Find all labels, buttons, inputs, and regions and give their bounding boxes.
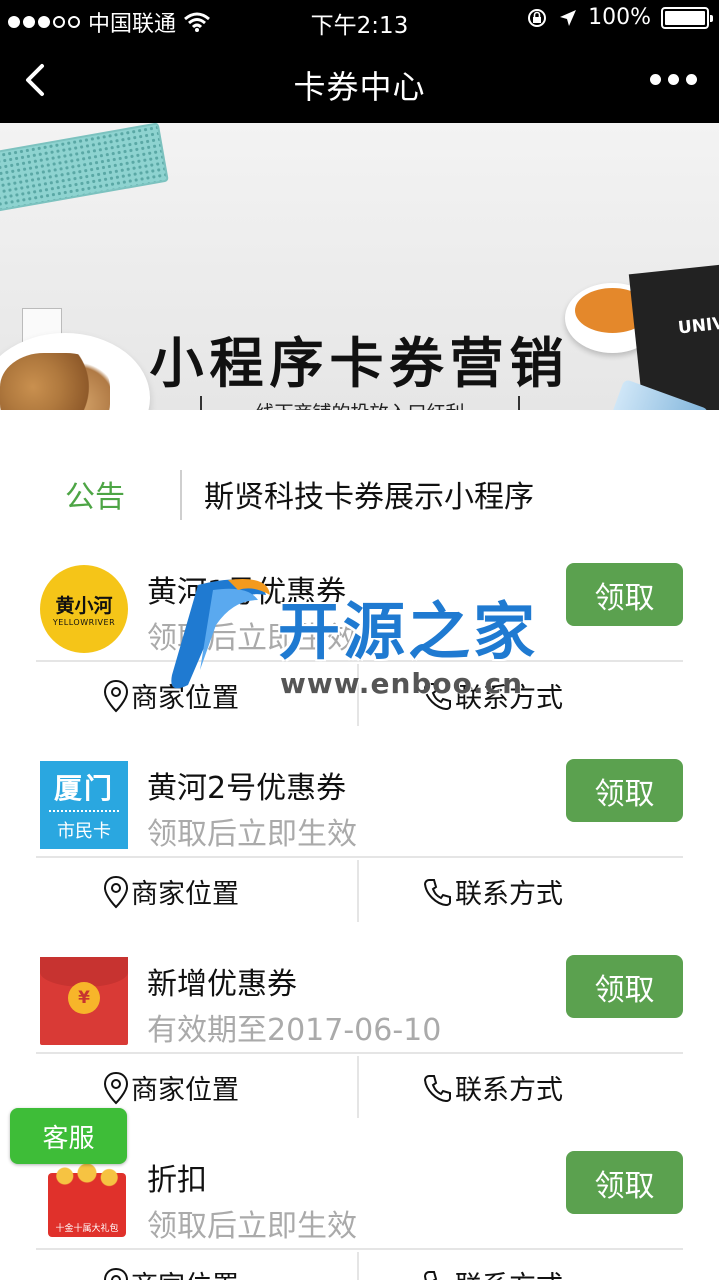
logo-text: 厦门 [53,772,114,805]
logo-subtext: YELLOWRIVER [52,618,116,627]
status-bar: 中国联通 下午2:13 100% [0,0,719,40]
claim-button[interactable]: 领取 [566,1151,683,1214]
location-pin-icon [103,1071,129,1104]
merchant-location-link[interactable]: 商家位置 [103,1264,239,1280]
coupon-item: 厦门 市民卡 黄河2号优惠券 领取后立即生效 领取 商家位置 联系方式 [0,751,719,947]
nav-bar: 卡券中心 [0,40,719,123]
location-pin-icon [103,679,129,712]
coupon-title: 折扣 [147,1163,207,1198]
phone-icon [423,878,451,906]
coupon-desc: 领取后立即生效 [147,817,357,852]
location-label: 商家位置 [131,683,239,714]
action-separator [357,1056,359,1118]
screen: 中国联通 下午2:13 100% 卡券中心 UNIV 小程序卡券营销 公告 斯贤… [0,0,719,1280]
customer-service-button[interactable]: 客服 [10,1108,127,1164]
coupon-logo: 黄小河 YELLOWRIVER [40,565,128,653]
location-label: 商家位置 [131,1264,239,1280]
banner-subtitle-text: 线下商铺的投放入口红利 [255,398,464,411]
contact-label: 联系方式 [455,1075,563,1106]
logo-text: 十金十属大礼包 [55,1224,119,1234]
logo-wave [49,810,119,814]
contact-label: 联系方式 [455,683,563,714]
contact-link[interactable]: 联系方式 [423,1068,563,1107]
coupon-logo: 十金十属大礼包 [40,1153,128,1241]
coupon-title: 黄河1号优惠券 [147,575,347,610]
banner-subtitle: 线下商铺的投放入口红利 [200,396,520,410]
coupon-title: 黄河2号优惠券 [147,771,347,806]
more-dots-icon[interactable] [650,74,697,85]
coupon-desc: 领取后立即生效 [147,621,357,656]
location-pin-icon [103,1267,129,1280]
contact-link[interactable]: 联系方式 [423,676,563,715]
location-label: 商家位置 [131,879,239,910]
coupon-desc: 有效期至2017-06-10 [147,1013,442,1048]
merchant-location-link[interactable]: 商家位置 [103,1068,239,1107]
coupon-desc: 领取后立即生效 [147,1209,357,1244]
gold-coins-icon [50,1161,124,1191]
notice-text[interactable]: 斯贤科技卡券展示小程序 [204,472,534,516]
contact-link[interactable]: 联系方式 [423,872,563,911]
coupon-title: 新增优惠券 [147,967,297,1002]
battery-percent: 100% [588,5,651,30]
action-separator [357,664,359,726]
action-separator [357,1252,359,1280]
contact-label: 联系方式 [455,879,563,910]
coupon-actions: 商家位置 联系方式 [0,858,719,922]
coupon-logo: ¥ [40,957,128,1045]
claim-button[interactable]: 领取 [566,563,683,626]
logo-text: 黄小河 [55,595,113,617]
logo-subtext: 市民卡 [57,821,111,842]
page-title: 卡券中心 [293,68,426,106]
contact-label: 联系方式 [455,1264,563,1280]
phone-icon [423,682,451,710]
rotation-lock-icon [528,8,547,27]
banner-carousel[interactable]: UNIV 小程序卡券营销 线下商铺的投放入口红利 [0,123,719,410]
battery-icon [661,6,713,29]
location-label: 商家位置 [131,1075,239,1106]
merchant-location-link[interactable]: 商家位置 [103,872,239,911]
location-arrow-icon [560,9,577,26]
coupon-item: 黄小河 YELLOWRIVER 黄河1号优惠券 领取后立即生效 领取 商家位置 … [0,555,719,751]
phone-icon [423,1074,451,1102]
phone-icon [423,1270,438,1280]
claim-button[interactable]: 领取 [566,759,683,822]
banner-speaker-image [0,123,169,212]
banner-title: 小程序卡券营销 [149,332,570,395]
yuan-coin-icon: ¥ [68,982,100,1014]
status-right: 100% [526,5,713,30]
coupon-logo: 厦门 市民卡 [40,761,128,849]
location-pin-icon [103,875,129,908]
notice-divider [180,470,182,520]
coupon-actions: 商家位置 联系方式 [0,662,719,726]
contact-link[interactable]: 联系方式 [423,1264,563,1280]
coupon-actions: 商家位置 联系方式 [0,1250,719,1280]
merchant-location-link[interactable]: 商家位置 [103,676,239,715]
notice-label: 公告 [65,480,125,515]
notice-bar: 公告 斯贤科技卡券展示小程序 [0,410,719,550]
claim-button[interactable]: 领取 [566,955,683,1018]
action-separator [357,860,359,922]
